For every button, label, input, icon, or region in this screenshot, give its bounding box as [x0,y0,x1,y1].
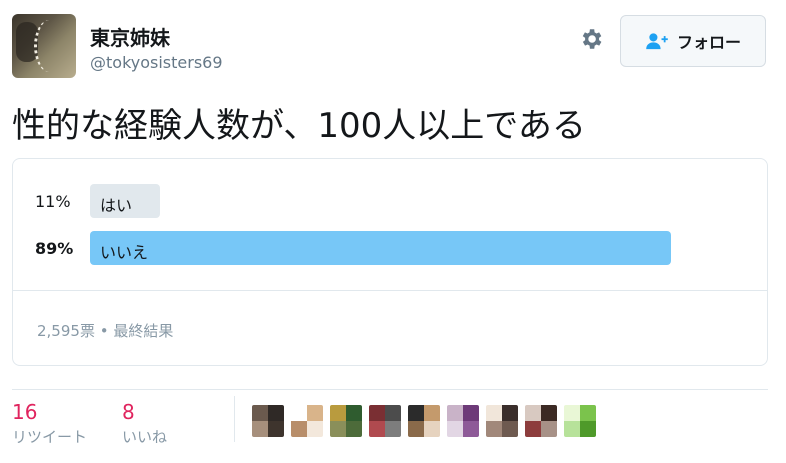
liker-avatar[interactable] [291,405,323,437]
display-name[interactable]: 東京姉妹 [90,22,170,51]
gear-icon[interactable] [578,26,604,52]
liker-avatar[interactable] [330,405,362,437]
follow-person-plus-icon [646,33,668,50]
liker-avatar-pixel [502,405,518,421]
liker-avatar[interactable] [408,405,440,437]
liker-avatar-pixel [408,421,424,437]
poll-option-percent: 11% [35,192,71,211]
liker-avatar[interactable] [447,405,479,437]
avatar[interactable] [12,14,76,78]
liker-avatar-pixel [463,421,479,437]
liker-avatar-pixel [502,421,518,437]
follow-button[interactable]: フォロー [620,15,766,67]
liker-avatar-pixel [369,421,385,437]
stats-separator [234,396,235,442]
liker-avatar-pixel [252,421,268,437]
liker-avatar-pixel [291,405,307,421]
liker-avatar-pixel [369,405,385,421]
liker-avatar[interactable] [252,405,284,437]
like-label: いいね [122,428,168,446]
poll-option-bar [90,231,671,265]
tweet-text: 性的な経験人数が、100人以上である [12,106,586,146]
retweet-stat[interactable]: 16 リツイート [12,400,87,447]
liker-avatar-pixel [564,421,580,437]
liker-avatar-pixel [307,405,323,421]
liker-avatar-pixel [408,405,424,421]
liker-avatar-pixel [252,405,268,421]
screen-name[interactable]: @tokyosisters69 [90,53,223,72]
liker-avatar-pixel [268,405,284,421]
liker-avatar-pixel [447,421,463,437]
poll-option-row: 89% いいえ [13,231,767,265]
poll-option-label: いいえ [100,243,149,262]
liker-avatar-pixel [541,421,557,437]
poll-summary: 2,595票 • 最終結果 [37,322,174,340]
liker-avatar-pixel [580,421,596,437]
liker-avatar-pixel [268,421,284,437]
liker-avatar-pixel [307,421,323,437]
liker-avatar-pixel [564,405,580,421]
poll-card: 11% はい 89% いいえ 2,595票 • 最終結果 [12,158,768,366]
liker-avatar-pixel [385,421,401,437]
liker-avatar-pixel [486,421,502,437]
poll-option-row: 11% はい [13,184,767,218]
stats-divider [12,389,768,390]
liker-avatar-pixel [385,405,401,421]
like-stat[interactable]: 8 いいね [122,400,167,447]
retweet-label: リツイート [12,428,88,446]
liker-avatar-pixel [424,405,440,421]
liker-avatar-pixel [330,405,346,421]
liker-avatar-pixel [486,405,502,421]
like-count: 8 [122,400,135,424]
liker-avatar-pixel [580,405,596,421]
liker-avatars [252,405,596,437]
liker-avatar-pixel [463,405,479,421]
follow-label: フォロー [676,33,741,52]
liker-avatar-pixel [525,421,541,437]
liker-avatar-pixel [291,421,307,437]
poll-option-percent: 89% [35,239,74,258]
avatar-pearls [34,20,65,72]
liker-avatar[interactable] [525,405,557,437]
poll-divider [13,290,767,291]
liker-avatar-pixel [330,421,346,437]
liker-avatar[interactable] [369,405,401,437]
liker-avatar-pixel [346,421,362,437]
liker-avatar-pixel [424,421,440,437]
poll-option-label: はい [100,196,133,215]
liker-avatar[interactable] [564,405,596,437]
liker-avatar-pixel [346,405,362,421]
liker-avatar-pixel [541,405,557,421]
liker-avatar-pixel [447,405,463,421]
retweet-count: 16 [12,400,38,424]
liker-avatar[interactable] [486,405,518,437]
liker-avatar-pixel [525,405,541,421]
